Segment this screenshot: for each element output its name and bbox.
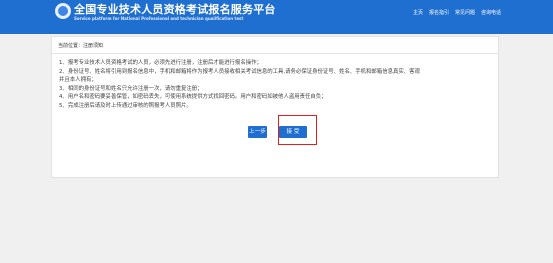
header-bar: 全国专业技术人员资格考试报名服务平台 Service platform for … <box>0 0 553 34</box>
nav-home-link[interactable]: 主页 <box>413 9 423 16</box>
notice-line-2-cont: 并且本人拥有； <box>59 77 97 83</box>
top-nav: 主页 报名指引 常见问题 咨询电话 <box>413 9 501 16</box>
breadcrumb: 当前位置：注册须知 <box>58 43 104 49</box>
site-title: 全国专业技术人员资格考试报名服务平台 <box>74 3 276 16</box>
site-subtitle: Service platform for National Profession… <box>74 16 244 21</box>
notice-line-4: 4、用户名和密码要妥善保管，如密码丢失，可使用系统提供方式找回密码。用户和密码如… <box>59 94 327 100</box>
notice-line-5: 5、完成注册后请及时上传通过审核的照报考人员照片。 <box>59 102 192 109</box>
divider <box>52 53 498 54</box>
nav-faq-link[interactable]: 常见问题 <box>455 9 475 16</box>
notice-line-1: 1、报考专业技术人员资格考试的人员，必须先进行注册，注册后才能进行报名操作； <box>59 60 262 66</box>
nav-phone-link[interactable]: 咨询电话 <box>481 9 501 16</box>
previous-step-button[interactable]: 上一步 <box>248 126 267 138</box>
notice-line-2: 2、身份证号、姓名将引用到报名信息中，手机和邮箱将作为报考人员接收相关考试信息的… <box>59 68 420 75</box>
content-panel: 当前位置：注册须知 1、报考专业技术人员资格考试的人员，必须先进行注册，注册后才… <box>51 36 499 178</box>
logo-icon <box>55 3 71 19</box>
registration-notice: 1、报考专业技术人员资格考试的人员，必须先进行注册，注册后才能进行报名操作； 2… <box>59 59 489 110</box>
nav-guide-link[interactable]: 报名指引 <box>429 9 449 16</box>
notice-line-3: 3、相同的身份证号和姓名只允许注册一次，请勿重复注册； <box>59 85 203 92</box>
accept-highlight-box <box>278 115 317 145</box>
